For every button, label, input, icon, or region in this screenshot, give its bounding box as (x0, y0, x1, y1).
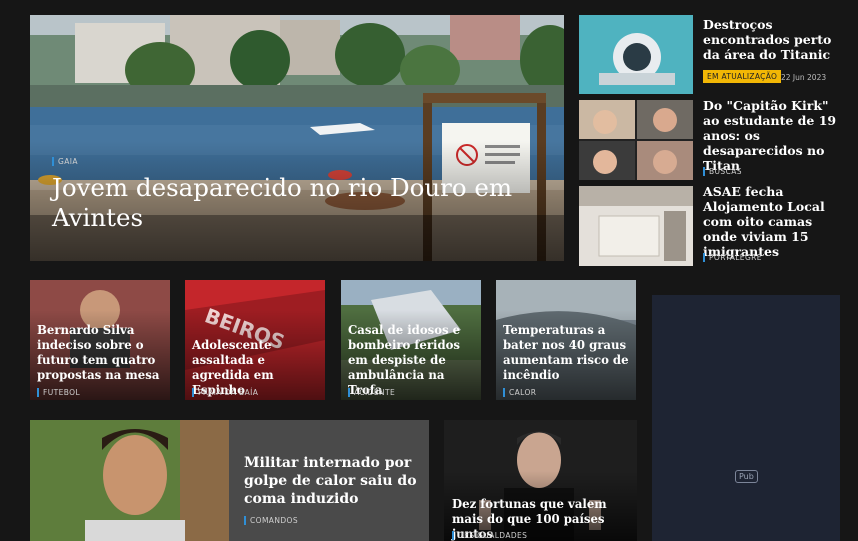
side-article-2-image[interactable] (579, 100, 693, 180)
status-badge: EM ATUALIZAÇÃO (703, 70, 782, 83)
side-article-3-title[interactable]: ASAE fecha Alojamento Local com oito cam… (703, 184, 841, 259)
grid-article-2[interactable]: BEIROS Adolescente assaltada e agredida … (185, 280, 325, 400)
hero-article[interactable]: GAIA Jovem desaparecido no rio Douro em … (30, 15, 564, 261)
side-article-2-category[interactable]: BUSCAS (703, 167, 742, 176)
bottom-article-1-image (30, 420, 229, 541)
bottom-article-1-title[interactable]: Militar internado por golpe de calor sai… (244, 454, 419, 508)
side-article-1-title[interactable]: Destroços encontrados perto da área do T… (703, 17, 841, 62)
grid-article-1-title[interactable]: Bernardo Silva indeciso sobre o futuro t… (37, 323, 170, 383)
hero-title[interactable]: Jovem desaparecido no rio Douro em Avint… (52, 173, 522, 233)
side-article-1-date: 22 Jun 2023 (781, 73, 827, 82)
ad-label: Pub (735, 470, 758, 483)
grid-article-4-title[interactable]: Temperaturas a bater nos 40 graus aument… (503, 323, 636, 383)
grid-article-3[interactable]: Casal de idosos e bombeiro feridos em de… (341, 280, 481, 400)
bottom-article-1-category[interactable]: COMANDOS (244, 516, 298, 525)
side-article-1-image[interactable] (579, 15, 693, 94)
grid-article-3-category[interactable]: ACIDENTE (348, 388, 395, 397)
side-article-2-title[interactable]: Do "Capitão Kirk" ao estudante de 19 ano… (703, 98, 841, 173)
side-article-3-image[interactable] (579, 186, 693, 266)
bottom-article-2-category[interactable]: DESIGUALDADES (452, 531, 527, 540)
grid-article-2-category[interactable]: PRAIA DA BAÍA (192, 388, 258, 397)
grid-article-3-title[interactable]: Casal de idosos e bombeiro feridos em de… (348, 323, 481, 398)
grid-article-4[interactable]: Temperaturas a bater nos 40 graus aument… (496, 280, 636, 400)
hero-category[interactable]: GAIA (52, 157, 78, 166)
grid-article-4-category[interactable]: CALOR (503, 388, 536, 397)
advertisement-slot[interactable]: Pub (652, 295, 840, 541)
grid-article-1[interactable]: Bernardo Silva indeciso sobre o futuro t… (30, 280, 170, 400)
bottom-article-1[interactable]: Militar internado por golpe de calor sai… (30, 420, 429, 541)
bottom-article-2[interactable]: Dez fortunas que valem mais do que 100 p… (444, 420, 637, 541)
side-article-3-category[interactable]: PORTALEGRE (703, 253, 762, 262)
grid-article-1-category[interactable]: FUTEBOL (37, 388, 80, 397)
